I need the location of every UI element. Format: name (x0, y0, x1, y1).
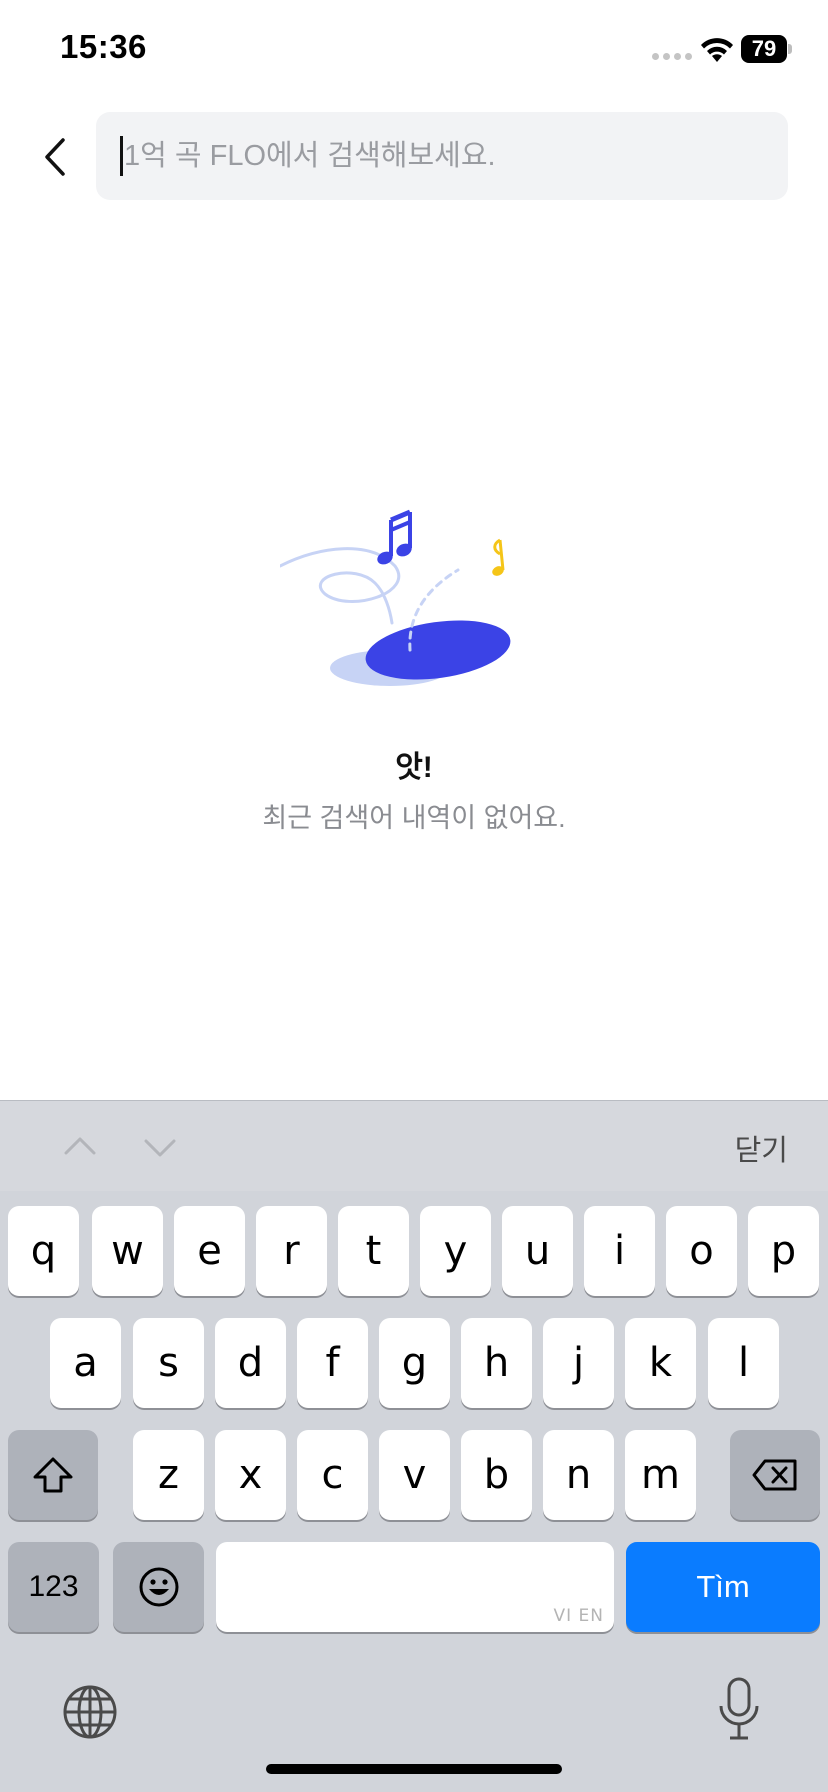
emoji-key[interactable] (113, 1542, 204, 1632)
key-v[interactable]: v (379, 1430, 450, 1520)
key-z[interactable]: z (133, 1430, 204, 1520)
key-y[interactable]: y (420, 1206, 491, 1296)
key-k[interactable]: k (625, 1318, 696, 1408)
key-g[interactable]: g (379, 1318, 450, 1408)
emoji-icon (139, 1567, 178, 1607)
key-q[interactable]: q (8, 1206, 79, 1296)
status-time: 15:36 (60, 28, 147, 65)
key-p[interactable]: p (748, 1206, 819, 1296)
text-caret (120, 136, 123, 176)
status-bar: 15:36 79 (0, 0, 828, 100)
chevron-up-icon[interactable] (60, 1127, 100, 1167)
globe-icon[interactable] (62, 1684, 118, 1740)
search-input[interactable] (96, 112, 788, 200)
search-box[interactable] (96, 112, 788, 200)
key-t[interactable]: t (338, 1206, 409, 1296)
chevron-left-icon (45, 138, 65, 176)
empty-state-message: 최근 검색어 내역이 없어요. (262, 803, 566, 833)
space-language-indicator: VI EN (553, 1606, 604, 1626)
key-m[interactable]: m (625, 1430, 696, 1520)
key-e[interactable]: e (174, 1206, 245, 1296)
space-key[interactable]: VI EN (216, 1542, 614, 1632)
music-notes-hole-illustration (280, 509, 511, 686)
key-a[interactable]: a (50, 1318, 121, 1408)
key-s[interactable]: s (133, 1318, 204, 1408)
back-button[interactable] (28, 122, 82, 192)
shift-icon (33, 1457, 73, 1493)
key-l[interactable]: l (708, 1318, 779, 1408)
key-b[interactable]: b (461, 1430, 532, 1520)
keyboard-toolbar: 닫기 (0, 1101, 828, 1191)
backspace-icon (752, 1459, 797, 1491)
backspace-key[interactable] (730, 1430, 820, 1520)
chevron-down-icon[interactable] (140, 1127, 180, 1167)
numbers-key[interactable]: 123 (8, 1542, 99, 1632)
key-j[interactable]: j (543, 1318, 614, 1408)
key-h[interactable]: h (461, 1318, 532, 1408)
search-return-key[interactable]: Tìm (626, 1542, 820, 1632)
wifi-icon (701, 38, 733, 62)
microphone-icon[interactable] (716, 1676, 762, 1742)
keyboard-close-button[interactable]: 닫기 (735, 1127, 788, 1169)
key-r[interactable]: r (256, 1206, 327, 1296)
key-d[interactable]: d (215, 1318, 286, 1408)
key-f[interactable]: f (297, 1318, 368, 1408)
key-c[interactable]: c (297, 1430, 368, 1520)
signal-dots-icon (652, 53, 692, 60)
key-o[interactable]: o (666, 1206, 737, 1296)
key-x[interactable]: x (215, 1430, 286, 1520)
empty-state-title: 앗! (395, 751, 433, 784)
key-i[interactable]: i (584, 1206, 655, 1296)
key-u[interactable]: u (502, 1206, 573, 1296)
shift-key[interactable] (8, 1430, 98, 1520)
key-n[interactable]: n (543, 1430, 614, 1520)
battery-level: 79 (741, 35, 787, 63)
key-w[interactable]: w (92, 1206, 163, 1296)
battery-icon: 79 (741, 35, 792, 63)
home-indicator[interactable] (266, 1764, 562, 1774)
keyboard: 닫기 q w e r t y u i o p a s d f g h j k l… (0, 1100, 828, 1792)
